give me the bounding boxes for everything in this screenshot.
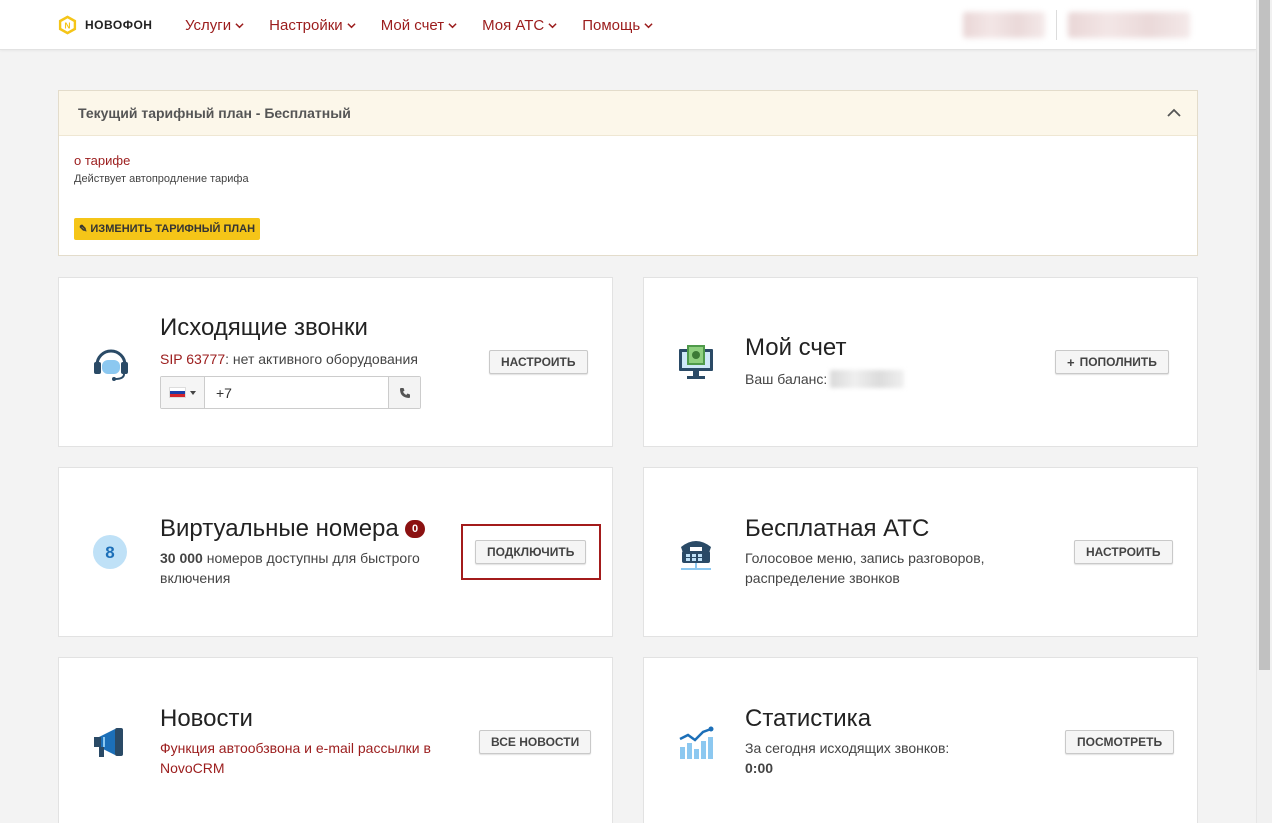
nav-account-label: Мой счет (380, 16, 445, 34)
svg-text:8: 8 (105, 543, 114, 562)
virtual-numbers-desc: 30 000 номеров доступны для быстрого вкл… (160, 548, 460, 588)
my-account-title: Мой счет (745, 334, 847, 361)
configure-outgoing-button[interactable]: НАСТРОИТЬ (489, 350, 588, 374)
news-card: Новости Функция автообзвона и e-mail рас… (58, 657, 613, 823)
nav-settings-label: Настройки (269, 16, 343, 34)
nav-help[interactable]: Помощь (582, 17, 653, 34)
top-navbar: N НОВОФОН Услуги Настройки Мой счет Моя … (0, 0, 1256, 50)
free-pbx-card: Бесплатная АТС Голосовое меню, запись ра… (643, 467, 1198, 637)
divider (1056, 10, 1057, 40)
monitor-money-icon (679, 345, 713, 379)
logo[interactable]: N НОВОФОН (57, 14, 152, 36)
statistics-desc: За сегодня исходящих звонков: 0:00 (745, 738, 1045, 778)
balance-label: Ваш баланс: (745, 371, 828, 387)
nav-pbx-label: Моя АТС (482, 16, 545, 34)
change-tariff-button[interactable]: ✎ ИЗМЕНИТЬ ТАРИФНЫЙ ПЛАН (74, 218, 261, 240)
news-link[interactable]: Функция автообзвона и e-mail рассылки в … (160, 738, 460, 778)
nav-pbx[interactable]: Моя АТС (482, 17, 557, 34)
bar-chart-icon (679, 726, 714, 759)
stats-value: 0:00 (745, 760, 774, 776)
top-up-button[interactable]: + ПОПОЛНИТЬ (1055, 350, 1169, 374)
main-nav: Услуги Настройки Мой счет Моя АТС Помощь (185, 0, 678, 50)
balance-value-blurred (830, 370, 904, 388)
call-button[interactable] (388, 377, 420, 408)
connect-numbers-button[interactable]: ПОДКЛЮЧИТЬ (475, 540, 587, 564)
novofon-logo-icon: N (58, 15, 77, 35)
number-eight-icon: 8 (93, 535, 127, 569)
configure-pbx-button[interactable]: НАСТРОИТЬ (1074, 540, 1173, 564)
stats-desc: За сегодня исходящих звонков: (745, 740, 950, 756)
statistics-card: Статистика За сегодня исходящих звонков:… (643, 657, 1198, 823)
country-select[interactable] (161, 377, 205, 408)
my-account-card: Мой счет Ваш баланс: + ПОПОЛНИТЬ (643, 277, 1198, 447)
outgoing-calls-status: SIP 63777: нет активного оборудования (160, 349, 418, 369)
tariff-header[interactable]: Текущий тарифный план - Бесплатный (59, 91, 1197, 136)
pbx-desc-1: Голосовое меню, запись разговоров, (745, 550, 985, 566)
nav-help-label: Помощь (582, 16, 641, 34)
user-id-blurred[interactable] (963, 12, 1045, 38)
chevron-down-icon (235, 22, 244, 28)
news-desc-1: Функция автообзвона и e-mail рассылки в (160, 740, 431, 756)
headset-icon (94, 349, 128, 381)
news-title: Новости (160, 705, 253, 732)
phone-icon (399, 387, 410, 398)
user-name-blurred[interactable] (1068, 12, 1190, 38)
chevron-down-icon (644, 22, 653, 28)
nav-services[interactable]: Услуги (185, 17, 244, 34)
pbx-desc-2: распределение звонков (745, 570, 900, 586)
caret-down-icon (190, 390, 196, 395)
news-desc-2: NovoCRM (160, 760, 225, 776)
svg-text:N: N (64, 20, 70, 30)
sip-status: : нет активного оборудования (225, 351, 418, 367)
tariff-panel: Текущий тарифный план - Бесплатный о тар… (58, 90, 1198, 256)
free-pbx-title: Бесплатная АТС (745, 515, 930, 542)
outgoing-calls-title: Исходящие звонки (160, 314, 368, 341)
change-tariff-label: ИЗМЕНИТЬ ТАРИФНЫЙ ПЛАН (90, 223, 256, 235)
chevron-down-icon (548, 22, 557, 28)
sip-link[interactable]: SIP 63777 (160, 351, 225, 367)
virtual-numbers-title: Виртуальные номера (160, 515, 399, 542)
tariff-title: Текущий тарифный план - Бесплатный (78, 105, 351, 121)
virtual-numbers-count-badge: 0 (405, 520, 425, 538)
chevron-down-icon (347, 22, 356, 28)
logo-text: НОВОФОН (85, 18, 153, 32)
pbx-phone-icon (681, 541, 711, 570)
russia-flag-icon (169, 387, 186, 398)
scroll-thumb[interactable] (1259, 0, 1270, 670)
pencil-icon: ✎ (79, 223, 88, 235)
chevron-down-icon (448, 22, 457, 28)
outgoing-calls-card: Исходящие звонки SIP 63777: нет активног… (58, 277, 613, 447)
virtual-numbers-card: 8 Виртуальные номера 0 30 000 номеров до… (58, 467, 613, 637)
numbers-desc-2: включения (160, 570, 231, 586)
numbers-count: 30 000 (160, 550, 203, 566)
free-pbx-desc: Голосовое меню, запись разговоров, распр… (745, 548, 1045, 588)
nav-settings[interactable]: Настройки (269, 17, 356, 34)
plus-icon: + (1067, 354, 1075, 370)
chevron-up-icon[interactable] (1167, 106, 1181, 120)
nav-services-label: Услуги (185, 16, 232, 34)
numbers-desc-1: номеров доступны для быстрого (202, 550, 420, 566)
megaphone-icon (94, 728, 123, 757)
nav-account[interactable]: Мой счет (381, 17, 457, 34)
top-up-label: ПОПОЛНИТЬ (1079, 355, 1157, 369)
auto-renew-note: Действует автопродление тарифа (74, 173, 249, 185)
phone-input-group: +7 (160, 376, 421, 409)
view-stats-button[interactable]: ПОСМОТРЕТЬ (1065, 730, 1175, 754)
all-news-button[interactable]: ВСЕ НОВОСТИ (479, 730, 592, 754)
page-scrollbar[interactable] (1256, 0, 1272, 823)
phone-input[interactable]: +7 (205, 377, 388, 408)
statistics-title: Статистика (745, 705, 872, 732)
about-tariff-link[interactable]: о тарифе (74, 153, 130, 168)
